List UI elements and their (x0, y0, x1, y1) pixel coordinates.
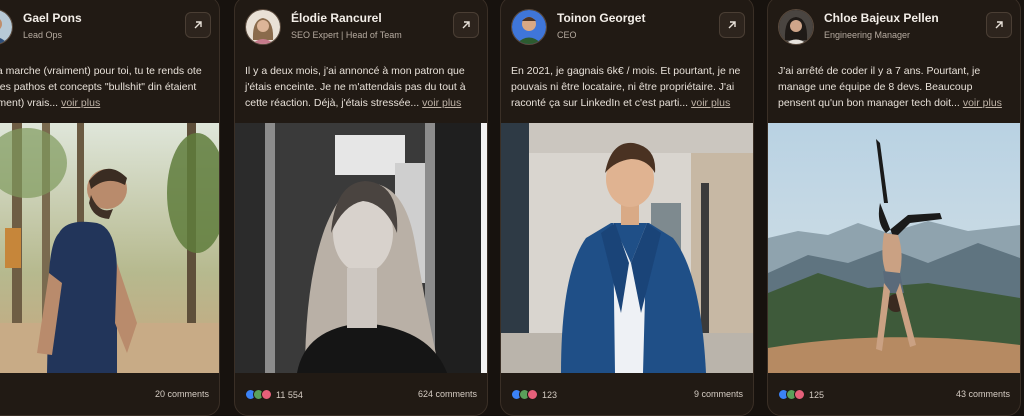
post-footer: 123 9 comments (501, 389, 753, 405)
reaction-count: 123 (542, 389, 558, 400)
see-more-link[interactable]: voir plus (61, 97, 100, 109)
post-header: Élodie Rancurel SEO Expert | Head of Tea… (235, 0, 487, 53)
author-name[interactable]: Élodie Rancurel (291, 11, 382, 25)
post-text: J'ai arrêté de coder il y a 7 ans. Pourt… (778, 65, 1002, 109)
post-header: Chloe Bajeux Pellen Engineering Manager (768, 0, 1020, 53)
post-image[interactable] (501, 123, 753, 373)
comments-count[interactable]: 9 comments (694, 389, 743, 399)
post-image[interactable] (768, 123, 1020, 373)
open-post-button[interactable] (719, 12, 745, 38)
comments-count[interactable]: 20 comments (155, 389, 209, 399)
see-more-link[interactable]: voir plus (691, 97, 730, 109)
post-text: En 2021, je gagnais 6k€ / mois. Et pourt… (511, 65, 741, 109)
post-image[interactable] (0, 123, 219, 373)
comments-count[interactable]: 43 comments (956, 389, 1010, 399)
arrow-up-right-icon (995, 21, 1003, 29)
love-reaction-icon (794, 389, 805, 400)
post-footer: 11 554 624 comments (235, 389, 487, 405)
author-role: Lead Ops (23, 30, 63, 40)
reactions-summary[interactable]: 11 554 (245, 389, 303, 400)
post-card[interactable]: Toinon Georget CEO En 2021, je gagnais 6… (500, 0, 754, 416)
avatar[interactable] (511, 9, 547, 45)
arrow-up-right-icon (728, 21, 736, 29)
love-reaction-icon (527, 389, 538, 400)
open-post-button[interactable] (986, 12, 1012, 38)
arrow-up-right-icon (462, 21, 470, 29)
post-header: Gael Pons Lead Ops (0, 0, 219, 53)
author-role: Engineering Manager (824, 30, 911, 40)
avatar[interactable] (245, 9, 281, 45)
see-more-link[interactable]: voir plus (963, 97, 1002, 109)
post-text: nd ça marche (vraiment) pour toi, tu te … (0, 65, 202, 109)
author-name[interactable]: Toinon Georget (557, 11, 645, 25)
reaction-count: 11 554 (276, 389, 303, 400)
avatar[interactable] (0, 9, 13, 45)
reactions-summary[interactable]: 123 (511, 389, 557, 400)
post-image[interactable] (235, 123, 487, 373)
author-name[interactable]: Gael Pons (23, 11, 82, 25)
arrow-up-right-icon (194, 21, 202, 29)
post-footer: 125 43 comments (768, 389, 1020, 405)
reaction-count: 125 (809, 389, 825, 400)
love-reaction-icon (261, 389, 272, 400)
author-role: CEO (557, 30, 577, 40)
see-more-link[interactable]: voir plus (422, 97, 461, 109)
avatar[interactable] (778, 9, 814, 45)
comments-count[interactable]: 624 comments (418, 389, 477, 399)
open-post-button[interactable] (453, 12, 479, 38)
post-card[interactable]: Élodie Rancurel SEO Expert | Head of Tea… (234, 0, 488, 416)
post-footer: 86 20 comments (0, 389, 219, 405)
post-header: Toinon Georget CEO (501, 0, 753, 53)
author-name[interactable]: Chloe Bajeux Pellen (824, 11, 939, 25)
post-text: Il y a deux mois, j'ai annoncé à mon pat… (245, 65, 466, 109)
author-role: SEO Expert | Head of Team (291, 30, 402, 40)
post-card[interactable]: Gael Pons Lead Ops nd ça marche (vraimen… (0, 0, 220, 416)
post-card[interactable]: Chloe Bajeux Pellen Engineering Manager … (767, 0, 1021, 416)
open-post-button[interactable] (185, 12, 211, 38)
reactions-summary[interactable]: 125 (778, 389, 824, 400)
